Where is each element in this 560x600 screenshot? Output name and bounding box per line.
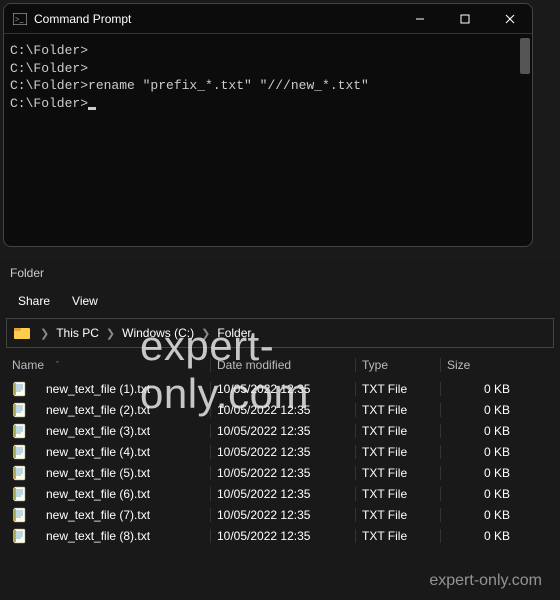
- table-row[interactable]: new_text_file (8).txt 10/05/2022 12:35TXT…: [10, 525, 550, 546]
- table-row[interactable]: new_text_file (1).txt 10/05/2022 12:35TXT…: [10, 378, 550, 399]
- file-name: new_text_file (4).txt: [46, 445, 150, 459]
- txt-file-icon: [12, 507, 28, 523]
- column-type[interactable]: Type: [355, 358, 440, 372]
- txt-file-icon: [12, 486, 28, 502]
- cmd-line: C:\Folder>: [10, 42, 526, 60]
- column-size[interactable]: Size: [440, 358, 530, 372]
- file-name: new_text_file (3).txt: [46, 424, 150, 438]
- explorer-menu: Share View: [0, 286, 560, 316]
- table-row[interactable]: new_text_file (5).txt 10/05/2022 12:35TXT…: [10, 462, 550, 483]
- table-row[interactable]: new_text_file (3).txt 10/05/2022 12:35TXT…: [10, 420, 550, 441]
- table-row[interactable]: new_text_file (6).txt 10/05/2022 12:35TXT…: [10, 483, 550, 504]
- cursor: [88, 107, 96, 110]
- file-type: TXT File: [355, 529, 440, 543]
- menu-view[interactable]: View: [72, 294, 98, 308]
- explorer-header: Folder: [0, 260, 560, 286]
- file-type: TXT File: [355, 424, 440, 438]
- minimize-button[interactable]: [397, 4, 442, 34]
- file-type: TXT File: [355, 466, 440, 480]
- file-explorer: Folder Share View ❯ This PC ❯ Windows (C…: [0, 260, 560, 600]
- breadcrumb[interactable]: ❯ This PC ❯ Windows (C:) ❯ Folder: [6, 318, 554, 348]
- cmd-scrollbar[interactable]: [520, 38, 530, 74]
- chevron-right-icon[interactable]: ❯: [103, 327, 118, 340]
- cmd-line: C:\Folder>rename "prefix_*.txt" "///new_…: [10, 77, 526, 95]
- file-size: 0 KB: [440, 403, 530, 417]
- file-size: 0 KB: [440, 382, 530, 396]
- txt-file-icon: [12, 423, 28, 439]
- maximize-button[interactable]: [442, 4, 487, 34]
- cmd-prompt-line: C:\Folder>: [10, 95, 526, 113]
- txt-file-icon: [12, 465, 28, 481]
- file-name: new_text_file (6).txt: [46, 487, 150, 501]
- cmd-title: Command Prompt: [34, 12, 397, 26]
- table-row[interactable]: new_text_file (2).txt 10/05/2022 12:35TXT…: [10, 399, 550, 420]
- file-date: 10/05/2022 12:35: [210, 382, 355, 396]
- cmd-body[interactable]: C:\Folder> C:\Folder> C:\Folder>rename "…: [4, 34, 532, 246]
- file-date: 10/05/2022 12:35: [210, 529, 355, 543]
- file-size: 0 KB: [440, 529, 530, 543]
- file-name: new_text_file (7).txt: [46, 508, 150, 522]
- chevron-right-icon[interactable]: ❯: [37, 327, 52, 340]
- breadcrumb-segment[interactable]: Windows (C:): [118, 326, 198, 340]
- file-table: Name ˇ Date modified Type Size new_text_…: [0, 352, 560, 546]
- breadcrumb-segment[interactable]: This PC: [52, 326, 103, 340]
- file-type: TXT File: [355, 487, 440, 501]
- menu-share[interactable]: Share: [18, 294, 50, 308]
- file-size: 0 KB: [440, 487, 530, 501]
- sort-caret-icon: ˇ: [56, 360, 59, 370]
- file-name: new_text_file (1).txt: [46, 382, 150, 396]
- file-type: TXT File: [355, 403, 440, 417]
- table-header: Name ˇ Date modified Type Size: [10, 352, 550, 378]
- window-buttons: [397, 4, 532, 33]
- close-button[interactable]: [487, 4, 532, 34]
- txt-file-icon: [12, 381, 28, 397]
- file-name: new_text_file (5).txt: [46, 466, 150, 480]
- file-size: 0 KB: [440, 445, 530, 459]
- file-date: 10/05/2022 12:35: [210, 424, 355, 438]
- svg-text:>_: >_: [15, 15, 25, 24]
- file-date: 10/05/2022 12:35: [210, 487, 355, 501]
- cmd-line: C:\Folder>: [10, 60, 526, 78]
- file-date: 10/05/2022 12:35: [210, 508, 355, 522]
- file-date: 10/05/2022 12:35: [210, 445, 355, 459]
- txt-file-icon: [12, 402, 28, 418]
- explorer-title: Folder: [10, 266, 44, 280]
- file-name: new_text_file (2).txt: [46, 403, 150, 417]
- breadcrumb-segment[interactable]: Folder: [213, 326, 255, 340]
- file-size: 0 KB: [440, 466, 530, 480]
- txt-file-icon: [12, 528, 28, 544]
- file-size: 0 KB: [440, 424, 530, 438]
- file-size: 0 KB: [440, 508, 530, 522]
- file-type: TXT File: [355, 445, 440, 459]
- txt-file-icon: [12, 444, 28, 460]
- cmd-icon: >_: [12, 11, 28, 27]
- cmd-titlebar[interactable]: >_ Command Prompt: [4, 4, 532, 34]
- drive-icon: [13, 325, 33, 341]
- file-type: TXT File: [355, 508, 440, 522]
- file-name: new_text_file (8).txt: [46, 529, 150, 543]
- file-date: 10/05/2022 12:35: [210, 403, 355, 417]
- command-prompt-window: >_ Command Prompt C:\Folder> C:\Folder> …: [3, 3, 533, 247]
- file-type: TXT File: [355, 382, 440, 396]
- column-name[interactable]: Name ˇ: [10, 358, 210, 372]
- table-row[interactable]: new_text_file (4).txt 10/05/2022 12:35TXT…: [10, 441, 550, 462]
- file-date: 10/05/2022 12:35: [210, 466, 355, 480]
- chevron-right-icon[interactable]: ❯: [198, 327, 213, 340]
- table-row[interactable]: new_text_file (7).txt 10/05/2022 12:35TXT…: [10, 504, 550, 525]
- column-date[interactable]: Date modified: [210, 358, 355, 372]
